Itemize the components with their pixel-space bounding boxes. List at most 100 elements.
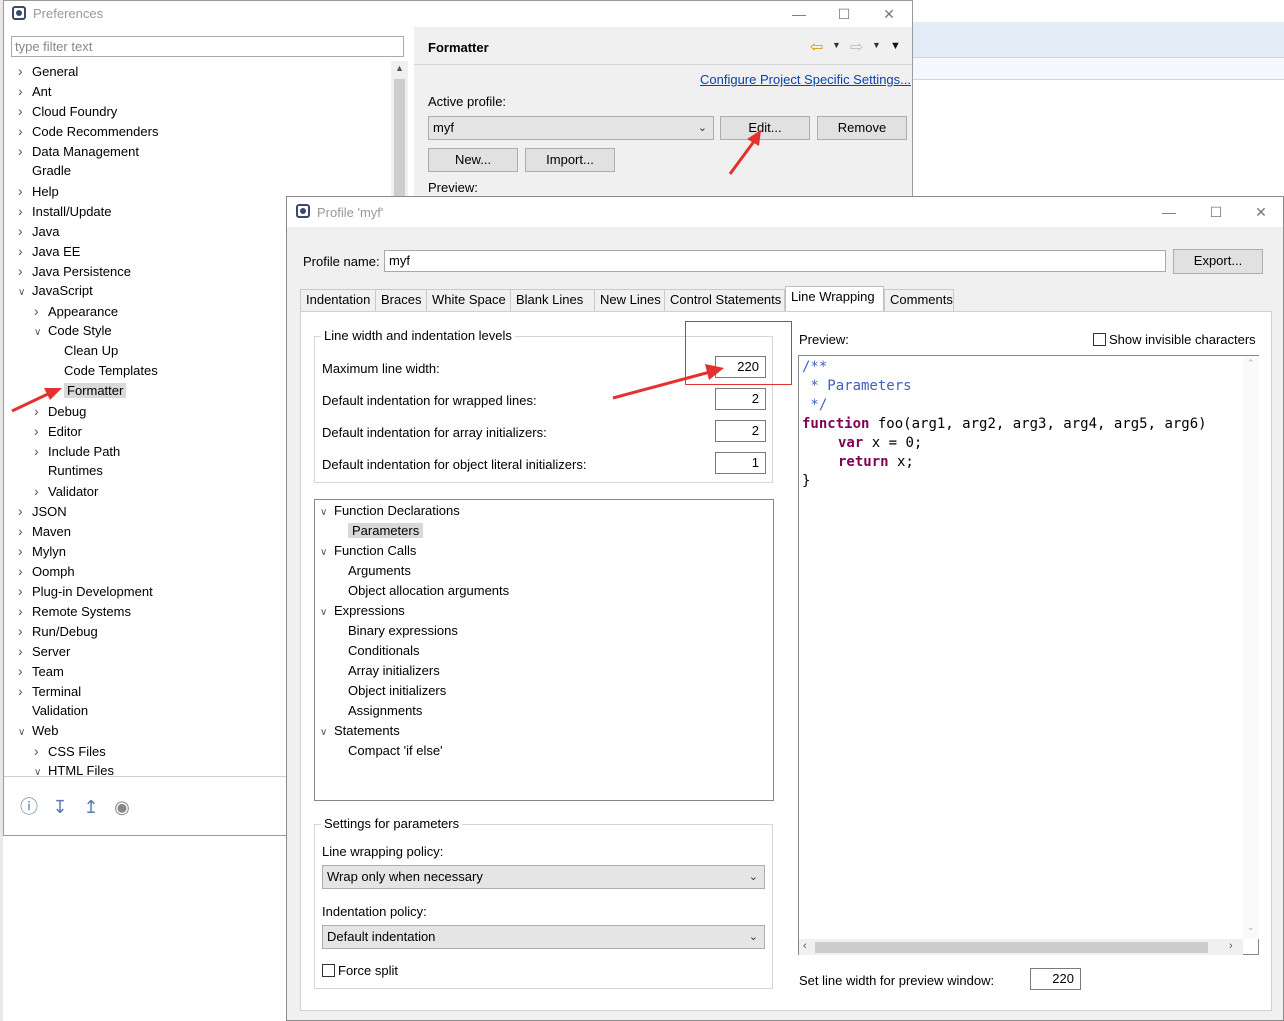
tree-item[interactable]: › General — [18, 61, 78, 81]
menu-icon[interactable]: ▼ — [890, 40, 901, 52]
new-button[interactable]: New... — [428, 148, 518, 172]
configure-project-link[interactable]: Configure Project Specific Settings... — [700, 72, 911, 87]
chevron-right-icon[interactable]: › — [18, 241, 32, 261]
chevron-right-icon[interactable]: › — [18, 181, 32, 201]
category-group[interactable]: ∨ Expressions — [320, 601, 405, 621]
remove-button[interactable]: Remove — [817, 116, 907, 140]
tree-item[interactable]: › Code Recommenders — [18, 121, 158, 141]
maximize-icon[interactable]: ☐ — [832, 4, 856, 24]
chevron-right-icon[interactable]: › — [34, 481, 48, 501]
preview-width-input[interactable]: 220 — [1030, 968, 1081, 990]
scroll-up-icon[interactable]: ⌃ — [1247, 358, 1255, 369]
tree-item[interactable]: › Java EE — [18, 241, 80, 261]
category-item[interactable]: Object allocation arguments — [348, 581, 509, 601]
tree-item[interactable]: › Help — [18, 181, 59, 201]
chevron-down-icon[interactable]: ▼ — [872, 40, 881, 50]
tree-item[interactable]: › Plug-in Development — [18, 581, 153, 601]
tree-item[interactable]: › Data Management — [18, 141, 139, 161]
object-indent-input[interactable]: 1 — [715, 452, 766, 474]
tab-line-wrapping[interactable]: Line Wrapping — [785, 286, 884, 312]
chevron-down-icon[interactable]: ∨ — [320, 723, 334, 743]
tree-item[interactable]: › CSS Files — [34, 741, 106, 761]
show-invisible-checkbox[interactable] — [1093, 333, 1106, 346]
array-indent-input[interactable]: 2 — [715, 420, 766, 442]
chevron-right-icon[interactable]: › — [18, 661, 32, 681]
tree-item[interactable]: › Oomph — [18, 561, 75, 581]
tab-new-lines[interactable]: New Lines — [594, 289, 665, 311]
category-item[interactable]: Array initializers — [348, 661, 440, 681]
chevron-right-icon[interactable]: › — [18, 561, 32, 581]
category-item[interactable]: Object initializers — [348, 681, 446, 701]
active-profile-combo[interactable]: myf ⌄ — [428, 116, 714, 140]
scroll-left-icon[interactable]: ‹ — [803, 940, 807, 952]
tree-item[interactable]: › Server — [18, 641, 70, 661]
tree-item[interactable]: › Install/Update — [18, 201, 112, 221]
chevron-right-icon[interactable]: › — [18, 61, 32, 81]
chevron-down-icon[interactable]: ∨ — [34, 763, 48, 777]
scroll-up-icon[interactable]: ▲ — [395, 63, 404, 73]
tree-item[interactable]: › Remote Systems — [18, 601, 131, 621]
tree-item[interactable]: ∨ HTML Files — [34, 761, 114, 777]
preview-horizontal-scrollbar[interactable]: ‹ › — [799, 939, 1243, 955]
tree-item[interactable]: Clean Up — [50, 341, 118, 361]
chevron-right-icon[interactable]: › — [18, 201, 32, 221]
wrapped-indent-input[interactable]: 2 — [715, 388, 766, 410]
tree-item[interactable]: Validation — [18, 701, 88, 721]
tree-item[interactable]: › Java — [18, 221, 59, 241]
tree-item[interactable]: › Cloud Foundry — [18, 101, 117, 121]
category-item[interactable]: Binary expressions — [348, 621, 458, 641]
import-icon[interactable]: ↧ — [49, 796, 71, 818]
chevron-right-icon[interactable]: › — [18, 501, 32, 521]
close-icon[interactable]: ✕ — [877, 4, 901, 24]
category-item[interactable]: Assignments — [348, 701, 422, 721]
tree-scrollbar[interactable]: ▲ — [391, 61, 408, 197]
chevron-right-icon[interactable]: › — [18, 601, 32, 621]
category-tree[interactable]: ∨ Function Declarations Parameters ∨ Functio… — [314, 499, 774, 801]
close-icon[interactable]: ✕ — [1249, 202, 1273, 222]
tree-item[interactable]: ∨ Web — [18, 721, 59, 741]
tree-item[interactable]: › Maven — [18, 521, 71, 541]
category-group[interactable]: ∨ Function Calls — [320, 541, 416, 561]
chevron-down-icon[interactable]: ▼ — [832, 40, 841, 50]
minimize-icon[interactable]: — — [1157, 202, 1181, 222]
export-icon[interactable]: ↥ — [80, 796, 102, 818]
profile-name-input[interactable]: myf — [384, 250, 1166, 272]
back-arrow-icon[interactable]: ⇦ — [810, 37, 823, 57]
tree-item[interactable]: › Validator — [34, 481, 98, 501]
tree-item[interactable]: › Team — [18, 661, 64, 681]
chevron-right-icon[interactable]: › — [34, 741, 48, 761]
chevron-down-icon[interactable]: ∨ — [34, 323, 48, 343]
tab-comments[interactable]: Comments — [884, 289, 954, 311]
chevron-right-icon[interactable]: › — [34, 421, 48, 441]
tree-item[interactable]: › Ant — [18, 81, 52, 101]
tab-control-statements[interactable]: Control Statements — [664, 289, 785, 311]
filter-input[interactable]: type filter text — [11, 36, 404, 57]
category-item[interactable]: Parameters — [348, 521, 424, 541]
chevron-right-icon[interactable]: › — [18, 541, 32, 561]
tree-item[interactable]: › Mylyn — [18, 541, 66, 561]
chevron-right-icon[interactable]: › — [34, 401, 48, 421]
chevron-right-icon[interactable]: › — [34, 301, 48, 321]
scrollbar-thumb[interactable] — [815, 942, 1208, 953]
tree-item[interactable]: Code Templates — [50, 361, 158, 381]
scroll-down-icon[interactable]: ⌄ — [1247, 922, 1255, 933]
tab-indentation[interactable]: Indentation — [300, 289, 376, 311]
tree-item[interactable]: › Terminal — [18, 681, 81, 701]
wrap-policy-combo[interactable]: Wrap only when necessary ⌄ — [322, 865, 765, 889]
tree-item[interactable]: › JSON — [18, 501, 67, 521]
chevron-down-icon[interactable]: ∨ — [320, 603, 334, 623]
tree-item[interactable]: Formatter — [50, 381, 127, 401]
scroll-right-icon[interactable]: › — [1229, 940, 1233, 952]
chevron-right-icon[interactable]: › — [18, 641, 32, 661]
chevron-right-icon[interactable]: › — [18, 681, 32, 701]
tree-item[interactable]: › Java Persistence — [18, 261, 131, 281]
chevron-right-icon[interactable]: › — [18, 121, 32, 141]
help-icon[interactable]: ⓘ — [18, 796, 40, 818]
chevron-down-icon[interactable]: ∨ — [320, 543, 334, 563]
force-split-checkbox[interactable] — [322, 964, 335, 977]
chevron-right-icon[interactable]: › — [18, 261, 32, 281]
tree-item[interactable]: › Run/Debug — [18, 621, 98, 641]
chevron-right-icon[interactable]: › — [18, 621, 32, 641]
category-group[interactable]: ∨ Function Declarations — [320, 501, 460, 521]
minimize-icon[interactable]: — — [787, 4, 811, 24]
